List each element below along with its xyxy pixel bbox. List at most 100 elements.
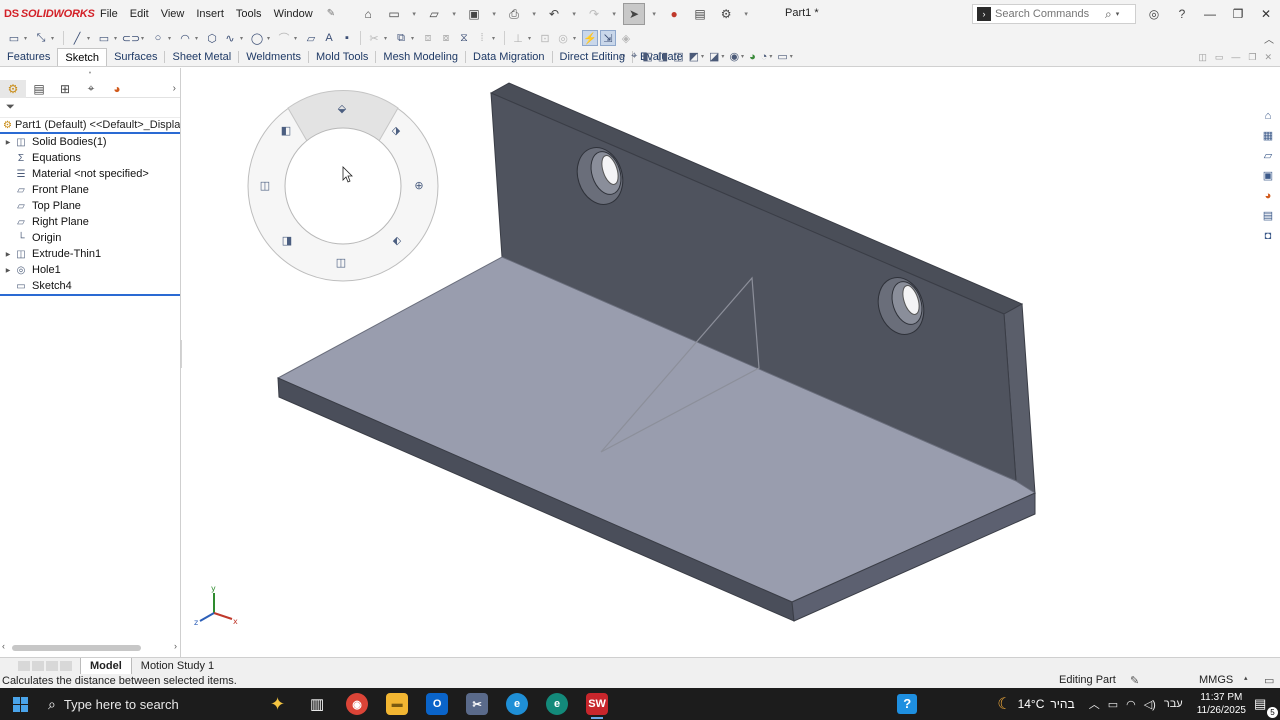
scroll-right-icon[interactable]: ›	[174, 641, 177, 651]
circle-dropdown-icon[interactable]: ▾	[168, 35, 175, 42]
slot-icon[interactable]: ⊂⊃	[122, 30, 140, 46]
view-settings-icon[interactable]: ▭	[777, 50, 787, 63]
save-icon[interactable]: ▣	[463, 3, 485, 25]
panel-expand-arrow-icon[interactable]: ›	[173, 83, 176, 94]
search-dropdown-icon[interactable]: ▾	[1116, 10, 1120, 18]
circle-icon[interactable]: ○	[150, 30, 166, 46]
relations-dropdown-icon[interactable]: ▾	[528, 35, 535, 42]
windows-start-icon[interactable]	[0, 688, 40, 720]
weather-moon-icon[interactable]: ☾	[997, 694, 1011, 714]
unit-system[interactable]: MMGS	[1199, 674, 1233, 686]
view-top-icon[interactable]: ⬙	[338, 102, 347, 115]
user-account-icon[interactable]: ◎	[1140, 0, 1168, 28]
view-orientation-dropdown-icon[interactable]: ▾	[701, 53, 704, 60]
sketch-dropdown-icon[interactable]: ▾	[24, 35, 31, 42]
search-commands-input[interactable]	[995, 8, 1105, 20]
dimxpert-manager-tab-icon[interactable]: ⌖	[78, 80, 104, 98]
menu-file[interactable]: File	[94, 0, 124, 28]
fillet-dropdown-icon[interactable]: ▾	[294, 35, 301, 42]
file-explorer-icon[interactable]: ▱	[1260, 148, 1276, 164]
doc-restore-icon[interactable]: ❐	[1248, 52, 1256, 63]
view-back-left-icon[interactable]: ◧	[281, 124, 291, 137]
tooltip-help-icon[interactable]: ▭	[1264, 674, 1274, 687]
trim-dropdown-icon[interactable]: ▾	[384, 35, 391, 42]
tab-surfaces[interactable]: Surfaces	[107, 48, 164, 66]
view-back-right-icon[interactable]: ⬗	[392, 124, 401, 137]
view-left-icon[interactable]: ◫	[260, 179, 270, 192]
tab-data-migration[interactable]: Data Migration	[466, 48, 552, 66]
tree-item[interactable]: ▶ ◫ Extrude-Thin1	[0, 246, 180, 262]
language-indicator[interactable]: עבר	[1164, 698, 1183, 710]
rectangle-dropdown-icon[interactable]: ▾	[114, 35, 121, 42]
task-view-icon[interactable]: ▥	[297, 688, 337, 720]
filter-funnel-icon[interactable]: ⏷	[6, 101, 15, 114]
menu-tools[interactable]: Tools	[230, 0, 268, 28]
display-style-icon[interactable]: ◪	[709, 50, 719, 63]
tile-horizontal-icon[interactable]: ◫	[1198, 52, 1207, 63]
fillet-icon[interactable]: ⌒	[276, 30, 292, 46]
volume-icon[interactable]: ◁)	[1144, 698, 1156, 711]
text-icon[interactable]: A	[321, 30, 337, 46]
search-scope-icon[interactable]: ›	[977, 7, 991, 21]
panel-grip-handle[interactable]: •	[0, 68, 180, 80]
custom-properties-icon[interactable]: ▤	[1260, 208, 1276, 224]
forum-icon[interactable]: ◘	[1260, 228, 1276, 244]
rectangle-icon[interactable]: ▭	[96, 30, 112, 46]
ellipse-icon[interactable]: ◯	[249, 30, 265, 46]
mirror-entities-icon[interactable]: ⧖	[456, 30, 472, 46]
open-dropdown-icon[interactable]: ▾	[449, 3, 459, 25]
file-explorer-icon[interactable]: ▬	[377, 688, 417, 720]
scroll-thumb[interactable]	[12, 645, 141, 651]
pin-menu-icon[interactable]: ✎	[321, 0, 341, 28]
rebuild-traffic-light-icon[interactable]: ●	[663, 3, 685, 25]
display-style-dropdown-icon[interactable]: ▾	[721, 53, 724, 60]
snaps-dropdown-icon[interactable]: ▾	[573, 35, 580, 42]
scene-dropdown-icon[interactable]: ▾	[769, 53, 772, 60]
home-icon[interactable]: ⌂	[357, 3, 379, 25]
print-dropdown-icon[interactable]: ▾	[529, 3, 539, 25]
tab-motion-study-1[interactable]: Motion Study 1	[132, 658, 223, 674]
new-document-icon[interactable]: ▭	[383, 3, 405, 25]
scroll-left-icon[interactable]: ‹	[2, 641, 5, 651]
tree-item[interactable]: ▭ Sketch4	[0, 278, 180, 296]
wifi-icon[interactable]: ◠	[1126, 698, 1136, 711]
linear-pattern-icon[interactable]: ⁞	[474, 30, 490, 46]
select-dropdown-icon[interactable]: ▾	[649, 3, 659, 25]
doc-close-icon[interactable]: ✕	[1264, 52, 1272, 63]
offset-surface-icon[interactable]: ⧇	[438, 30, 454, 46]
zoom-to-area-icon[interactable]: ⌖	[631, 50, 637, 63]
help-tray-icon[interactable]: ?	[897, 694, 918, 714]
chrome-icon[interactable]: ◉	[337, 688, 377, 720]
edit-sketch-status-icon[interactable]: ✎	[1130, 674, 1139, 687]
display-relations-icon[interactable]: ⊥	[510, 30, 526, 46]
redo-dropdown-icon[interactable]: ▾	[609, 3, 619, 25]
edit-appearance-icon[interactable]: ◕	[749, 51, 756, 63]
tree-item[interactable]: ▶ ◎ Hole1	[0, 262, 180, 278]
hide-show-items-icon[interactable]: ◉	[729, 50, 739, 63]
offset-entities-icon[interactable]: ⧈	[420, 30, 436, 46]
search-icon[interactable]: ⌕	[1105, 7, 1112, 22]
new-dropdown-icon[interactable]: ▾	[409, 3, 419, 25]
tree-item[interactable]: ▶ ◫ Solid Bodies(1)	[0, 134, 180, 150]
repair-sketch-icon[interactable]: ⊡	[537, 30, 553, 46]
tree-item[interactable]: ☰ Material <not specified>	[0, 166, 180, 182]
view-front-right-icon[interactable]: ⬖	[393, 234, 402, 247]
smart-dimension-icon[interactable]: ⤡	[33, 30, 49, 46]
menu-insert[interactable]: Insert	[190, 0, 230, 28]
close-button[interactable]: ✕	[1252, 0, 1280, 28]
expand-arrow-icon[interactable]: ▶	[2, 267, 14, 274]
view-palette-icon[interactable]: ▣	[1260, 168, 1276, 184]
doc-minimize-icon[interactable]: —	[1231, 52, 1240, 63]
battery-icon[interactable]: ▭	[1108, 698, 1118, 711]
copilot-sparkle-icon[interactable]: ✦	[270, 694, 285, 715]
arc-icon[interactable]: ◠	[177, 30, 193, 46]
property-manager-tab-icon[interactable]: ▤	[26, 80, 52, 98]
minimize-button[interactable]: —	[1196, 0, 1224, 28]
collapse-ribbon-icon[interactable]: ︿	[1264, 31, 1274, 46]
dimension-dropdown-icon[interactable]: ▾	[51, 35, 58, 42]
sketch-icon[interactable]: ▭	[6, 30, 22, 46]
pattern-dropdown-icon[interactable]: ▾	[492, 35, 499, 42]
file-properties-icon[interactable]: ▤	[689, 3, 711, 25]
point-icon[interactable]: ▪	[339, 30, 355, 46]
menu-view[interactable]: View	[155, 0, 191, 28]
